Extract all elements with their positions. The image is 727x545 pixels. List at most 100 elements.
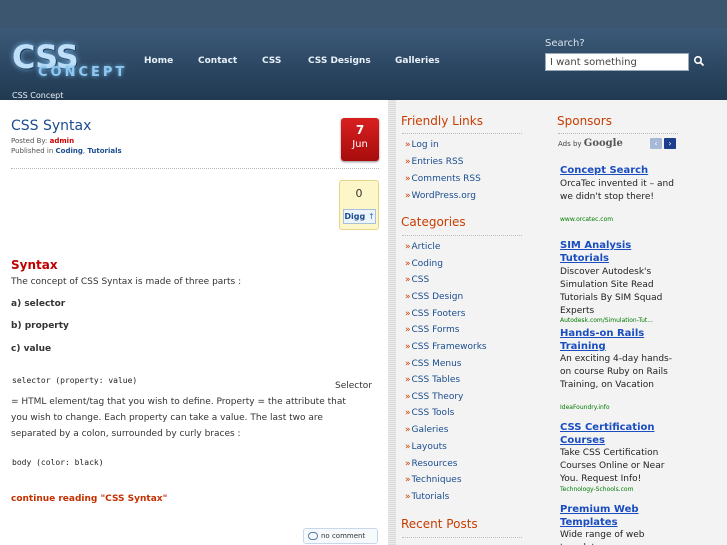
date-month: Jun [352,139,368,150]
ads-by-google[interactable]: Ads by Google [558,138,623,149]
nav-css[interactable]: CSS [262,56,281,66]
sponsors-heading: Sponsors [557,114,612,128]
ad-url[interactable]: IdeaFoundry.info [560,404,610,411]
google-label: Google [583,138,623,149]
link-wordpress[interactable]: »WordPress.org [405,191,476,201]
category-item[interactable]: »Coding [405,259,443,269]
digg-button[interactable]: Digg ↑ [343,209,376,224]
chevron-left-icon: ‹ [654,139,658,148]
selector-label: Selector [335,381,372,391]
search-input[interactable] [545,53,689,71]
category-item[interactable]: »CSS Design [405,292,463,302]
link-entries-rss-label: Entries RSS [411,157,464,167]
code-example-2: body (color: black) [12,458,104,467]
digg-widget: 0 Digg ↑ [339,180,379,230]
category-label: CSS Menus [411,359,462,369]
category-item[interactable]: »CSS Footers [405,309,465,319]
category-label: CSS Theory [411,392,464,402]
friendly-links-heading: Friendly Links [401,114,483,128]
post-category-coding[interactable]: Coding [56,147,83,155]
category-item[interactable]: »Article [405,242,440,252]
section-heading: Syntax [11,258,58,272]
nav-contact[interactable]: Contact [198,56,237,66]
ads-next-button[interactable]: › [664,138,676,149]
recent-posts-divider [402,537,522,540]
site-logo[interactable]: CSS CONCEPT CSS Concept [8,38,128,100]
nav-css-designs[interactable]: CSS Designs [308,56,371,66]
category-item[interactable]: »CSS Theory [405,392,463,402]
category-label: CSS Frameworks [411,342,487,352]
category-label: Techniques [411,475,462,485]
recent-posts-heading: Recent Posts [401,517,478,531]
nav-home[interactable]: Home [144,56,173,66]
category-item[interactable]: »CSS Menus [405,359,462,369]
categories-heading: Categories [401,215,466,229]
continue-reading-link[interactable]: continue reading "CSS Syntax" [11,494,167,504]
comment-label: no comment [321,532,366,540]
chevron-right-icon: › [668,139,672,148]
ad-title[interactable]: CSS Certification Courses [560,421,680,447]
ads-prev-button[interactable]: ‹ [650,138,662,149]
post-author[interactable]: admin [50,137,74,145]
part-value: c) value [11,344,52,354]
category-item[interactable]: »Techniques [405,475,462,485]
link-log-in[interactable]: »Log in [405,140,439,150]
ad-title[interactable]: SIM Analysis Tutorials [560,239,680,265]
post-category-tutorials[interactable]: Tutorials [87,147,121,155]
part-selector: a) selector [11,299,66,309]
ad-title[interactable]: Hands-on Rails Training [560,327,680,353]
categories-divider [402,235,522,238]
link-entries-rss[interactable]: »Entries RSS [405,157,463,167]
category-label: CSS [411,275,430,285]
ad-url[interactable]: www.orcatec.com [560,216,613,223]
category-item[interactable]: »CSS [405,275,429,285]
link-comments-rss-label: Comments RSS [411,174,481,184]
ad-text: Wide range of web templates [560,530,645,545]
category-item[interactable]: »CSS Tools [405,408,454,418]
friendly-links-divider [402,133,522,136]
code-example-1: selector (property: value) [12,376,138,385]
post-author-line: Posted By: admin [11,137,74,145]
ad-url[interactable]: Autodesk.com/Simulation-Tut... [560,317,653,324]
post-divider [11,168,379,171]
ad-title[interactable]: Concept Search [560,164,680,177]
comment-button[interactable]: no comment [303,528,378,544]
category-label: CSS Tables [411,375,461,385]
date-day: 7 [355,123,365,137]
comment-icon [308,532,318,540]
category-item[interactable]: »Tutorials [405,492,449,502]
posted-by-label: Posted By: [11,137,50,145]
post-title[interactable]: CSS Syntax [11,118,91,134]
para-line-3: separated by a colon, surrounded by curl… [11,429,241,439]
ad-url[interactable]: Technology-Schools.com [560,486,633,493]
category-item[interactable]: »Resources [405,459,457,469]
category-label: CSS Tools [411,408,455,418]
category-item[interactable]: »CSS Frameworks [405,342,487,352]
ad-text: OrcaTec invented it – and we didn't stop… [560,179,674,202]
column-divider [388,100,396,545]
category-item[interactable]: »CSS Tables [405,375,460,385]
para-line-1: = HTML element/tag that you wish to defi… [11,397,346,407]
part-property: b) property [11,321,69,331]
ad-text: An exciting 4-day hands-on course Ruby o… [560,354,672,390]
published-label: Published in [11,147,56,155]
category-item[interactable]: »Galeries [405,425,448,435]
category-label: Tutorials [411,492,450,502]
digg-label: Digg [344,212,366,221]
logo-subtext: CONCEPT [38,65,128,80]
category-item[interactable]: »CSS Forms [405,325,459,335]
category-label: CSS Footers [411,309,466,319]
ads-by-label: Ads by [558,140,584,148]
category-item[interactable]: »Layouts [405,442,447,452]
category-label: CSS Design [411,292,464,302]
para-line-2: you wish to change. Each property can ta… [11,413,323,423]
digg-arrow-icon: ↑ [367,212,375,221]
post-categories-line: Published in Coding, Tutorials [11,147,122,155]
ad-title[interactable]: Premium Web Templates [560,503,680,529]
search-icon[interactable] [693,55,705,67]
digg-count: 0 [355,187,363,200]
nav-galleries[interactable]: Galleries [395,56,440,66]
category-label: CSS Forms [411,325,460,335]
ad-text: Discover Autodesk's Simulation Site Read… [560,267,663,316]
link-comments-rss[interactable]: »Comments RSS [405,174,481,184]
